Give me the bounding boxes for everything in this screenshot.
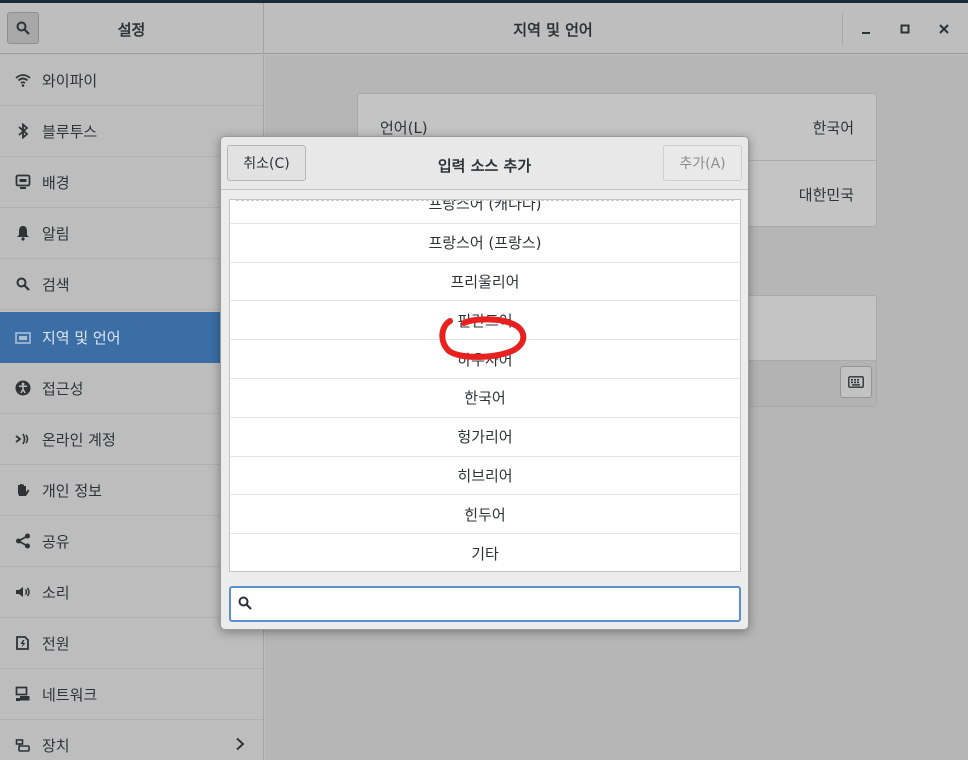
sidebar-item-label: 블루투스: [42, 122, 98, 141]
sidebar-item-network[interactable]: 네트워크: [0, 669, 263, 720]
sidebar-item-label: 접근성: [42, 379, 84, 398]
chevron-right-icon: [236, 737, 245, 751]
list-item-korean[interactable]: 한국어: [230, 379, 740, 418]
wifi-icon: [14, 71, 32, 89]
sidebar-item-label: 지역 및 언어: [42, 329, 121, 347]
window-title: 지역 및 언어: [513, 21, 593, 39]
sidebar-header: 설정: [0, 3, 264, 54]
cancel-button[interactable]: 취소(C): [227, 145, 306, 181]
language-label: 언어(L): [380, 119, 428, 137]
online-accounts-icon: [14, 430, 32, 448]
bell-icon: [14, 224, 32, 242]
header-separator: [842, 13, 843, 45]
list-item[interactable]: 프리울리어: [230, 263, 740, 302]
search-icon: [14, 275, 32, 293]
bluetooth-icon: [14, 122, 32, 140]
speaker-icon: [14, 583, 32, 601]
sidebar-item-label: 공유: [42, 532, 70, 551]
red-circle-annotation: [439, 316, 527, 360]
add-input-source-dialog: 취소(C) 입력 소스 추가 추가(A) 프랑스어 (캐나다) 프랑스어 (프랑…: [220, 136, 749, 630]
language-list: 프랑스어 (캐나다) 프랑스어 (프랑스) 프리울리어 핀란드어 하우사어 한국…: [229, 199, 741, 572]
keyboard-layout-button[interactable]: [840, 366, 872, 398]
list-item[interactable]: 프랑스어 (캐나다): [230, 200, 740, 224]
sidebar-item-label: 전원: [42, 634, 70, 653]
list-item-other[interactable]: 기타: [230, 534, 740, 571]
background-icon: [14, 173, 32, 191]
list-item[interactable]: 히브리어: [230, 457, 740, 496]
sidebar-item-label: 장치: [42, 736, 70, 755]
maximize-icon: [900, 24, 910, 34]
maximize-button[interactable]: [893, 17, 917, 41]
list-item[interactable]: 힌두어: [230, 495, 740, 535]
minimize-icon: [862, 32, 870, 34]
dialog-header: 취소(C) 입력 소스 추가 추가(A): [221, 137, 748, 190]
close-button[interactable]: [932, 17, 956, 41]
power-icon: [14, 634, 32, 652]
hand-icon: [14, 481, 32, 499]
network-icon: [14, 685, 32, 703]
search-icon: [238, 596, 252, 610]
list-item[interactable]: 헝가리어: [230, 418, 740, 457]
sidebar-item-label: 배경: [42, 173, 70, 192]
language-search-field[interactable]: [229, 586, 741, 622]
dialog-title: 입력 소스 추가: [437, 157, 532, 175]
scroll-edge-indicator: [236, 200, 734, 201]
sidebar-item-devices[interactable]: 장치: [0, 720, 263, 760]
sidebar-item-label: 와이파이: [42, 71, 98, 90]
sidebar-item-label: 소리: [42, 583, 70, 602]
add-button[interactable]: 추가(A): [663, 145, 742, 181]
language-search-input[interactable]: [261, 588, 731, 620]
sidebar-item-label: 검색: [42, 275, 70, 294]
sidebar-item-label: 알림: [42, 224, 70, 243]
devices-icon: [14, 736, 32, 754]
sidebar-item-wifi[interactable]: 와이파이: [0, 55, 263, 106]
list-item[interactable]: 프랑스어 (프랑스): [230, 224, 740, 263]
sidebar-item-label: 온라인 계정: [42, 430, 116, 449]
minimize-button[interactable]: [854, 17, 878, 41]
formats-value: 대한민국: [798, 186, 854, 204]
share-icon: [14, 532, 32, 550]
sidebar-item-label: 네트워크: [42, 685, 98, 704]
sidebar-item-label: 개인 정보: [42, 481, 102, 500]
language-value: 한국어: [812, 119, 854, 137]
flag-icon: [14, 329, 32, 347]
accessibility-icon: [14, 379, 32, 397]
header-bar: 설정 지역 및 언어: [0, 3, 968, 54]
close-icon: [939, 24, 949, 34]
settings-window: 설정 지역 및 언어 와이파이 블루투스 배경 알림 검색 지역 및 언어 접근…: [0, 3, 968, 760]
keyboard-icon: [848, 376, 864, 388]
sidebar-title: 설정: [117, 21, 146, 39]
